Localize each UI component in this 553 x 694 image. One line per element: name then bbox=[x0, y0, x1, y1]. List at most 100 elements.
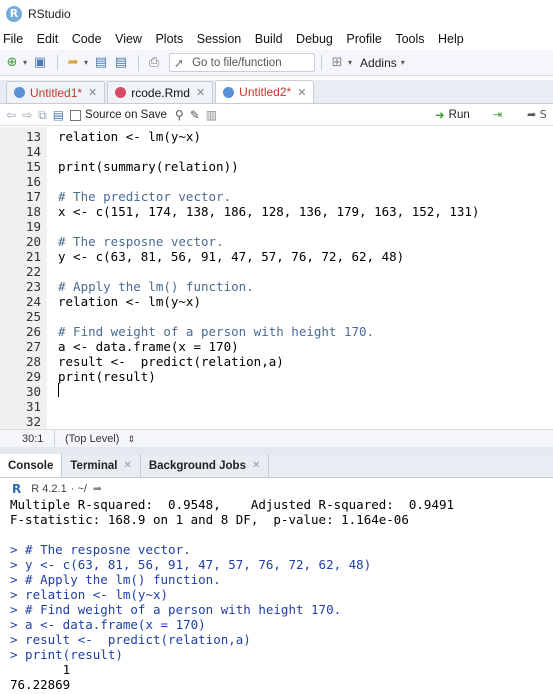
menu-plots[interactable]: Plots bbox=[155, 32, 183, 46]
show-in-window-icon[interactable]: ⧉ bbox=[38, 108, 47, 123]
tab-label: rcode.Rmd bbox=[131, 85, 190, 100]
console-input-line: > # Apply the lm() function. bbox=[10, 572, 221, 587]
close-icon[interactable]: ✕ bbox=[196, 86, 205, 99]
menu-build[interactable]: Build bbox=[255, 32, 283, 46]
source-on-save-label: Source on Save bbox=[85, 109, 167, 121]
tab-label: Background Jobs bbox=[148, 459, 246, 472]
main-toolbar: ⊕ ▾ ▣ ➦ ▾ ▤ ▤ ⎙ ➚ Go to file/function ⊞ … bbox=[0, 50, 553, 76]
line-number: 18 bbox=[25, 204, 41, 219]
menu-profile[interactable]: Profile bbox=[346, 32, 381, 46]
source-on-save-toggle[interactable]: Source on Save bbox=[70, 109, 167, 121]
code-comment-line: # Find weight of a person with height 17… bbox=[58, 324, 375, 339]
console-input-line: > result <- predict(relation,a) bbox=[10, 632, 251, 647]
menu-debug[interactable]: Debug bbox=[296, 32, 333, 46]
code-line: result <- predict(relation,a) bbox=[58, 354, 284, 369]
line-number: 29 bbox=[25, 369, 41, 384]
new-file-dropdown-icon[interactable]: ▾ bbox=[23, 58, 27, 67]
save-icon[interactable]: ▤ bbox=[53, 108, 64, 122]
console-output-line: 1 bbox=[10, 662, 71, 677]
magic-wand-icon[interactable]: ✎ bbox=[190, 108, 200, 122]
console-input-line: > print(result) bbox=[10, 647, 123, 662]
code-line: print(result) bbox=[58, 369, 156, 384]
working-directory[interactable]: · ~/ bbox=[71, 483, 87, 495]
close-icon[interactable]: ✕ bbox=[123, 460, 131, 471]
line-number: 14 bbox=[25, 144, 41, 159]
scope-dropdown-icon: ⇕ bbox=[127, 434, 136, 445]
line-number: 13 bbox=[25, 129, 41, 144]
goto-arrow-icon: ➚ bbox=[174, 55, 185, 70]
print-icon[interactable]: ⎙ bbox=[145, 54, 163, 72]
save-icon[interactable]: ▤ bbox=[92, 54, 110, 72]
menu-code[interactable]: Code bbox=[72, 32, 102, 46]
tab-background-jobs[interactable]: Background Jobs ✕ bbox=[141, 454, 270, 477]
scope-selector[interactable]: (Top Level) ⇕ bbox=[55, 433, 135, 445]
goto-placeholder: Go to file/function bbox=[192, 56, 282, 69]
menu-tools[interactable]: Tools bbox=[395, 32, 424, 46]
code-editor[interactable]: 13 14 15 16 17 18 19 20 21 22 23 24 25 26 27 28 29 30 31 32… bbox=[0, 127, 553, 429]
tab-label: Untitled2* bbox=[239, 85, 292, 99]
addins-button[interactable]: Addins bbox=[360, 56, 397, 70]
source-button[interactable]: ➦ S bbox=[527, 108, 547, 121]
editor-status-bar: 30:1 (Top Level) ⇕ bbox=[0, 429, 553, 448]
scope-label: (Top Level) bbox=[65, 432, 120, 445]
toolbar-divider bbox=[138, 54, 140, 71]
new-project-icon[interactable]: ▣ bbox=[31, 54, 49, 72]
goto-directory-icon[interactable]: ➦ bbox=[93, 482, 102, 495]
tab-untitled1[interactable]: Untitled1* ✕ bbox=[6, 81, 106, 103]
grid-layout-icon[interactable]: ⊞ bbox=[328, 54, 346, 72]
console-input-line: > # The resposne vector. bbox=[10, 542, 191, 557]
code-comment-line: # The resposne vector. bbox=[58, 234, 224, 249]
close-icon[interactable]: ✕ bbox=[252, 460, 260, 471]
console-output-line: F-statistic: 168.9 on 1 and 8 DF, p-valu… bbox=[10, 512, 409, 527]
addins-dropdown-icon[interactable]: ▾ bbox=[401, 58, 405, 67]
r-logo-icon: R bbox=[12, 481, 22, 496]
source-on-save-checkbox[interactable] bbox=[70, 109, 82, 121]
code-line: relation <- lm(y~x) bbox=[58, 129, 201, 144]
line-number: 32 bbox=[25, 414, 41, 429]
compile-report-icon[interactable]: ▥ bbox=[206, 108, 217, 122]
toolbar-divider bbox=[57, 54, 59, 71]
code-comment-line: # Apply the lm() function. bbox=[58, 279, 254, 294]
menu-edit[interactable]: Edit bbox=[37, 32, 59, 46]
forward-arrow-icon[interactable]: ⇨ bbox=[22, 108, 32, 122]
console-input-line: > # Find weight of a person with height … bbox=[10, 602, 342, 617]
save-all-icon[interactable]: ▤ bbox=[112, 54, 130, 72]
toolbar-divider bbox=[321, 54, 323, 71]
open-file-icon[interactable]: ➦ bbox=[64, 54, 82, 72]
line-number: 23 bbox=[25, 279, 41, 294]
menu-bar: File Edit Code View Plots Session Build … bbox=[0, 28, 553, 49]
line-number: 16 bbox=[25, 174, 41, 189]
menu-session[interactable]: Session bbox=[197, 32, 241, 46]
r-version: R 4.2.1 bbox=[31, 482, 67, 495]
back-arrow-icon[interactable]: ⇦ bbox=[6, 108, 16, 122]
run-button[interactable]: ➜ Run bbox=[435, 108, 470, 122]
rmarkdown-icon bbox=[115, 87, 127, 98]
rerun-icon[interactable]: ⇥ bbox=[493, 108, 502, 121]
console-input-line: > a <- data.frame(x = 170) bbox=[10, 617, 206, 632]
console-output[interactable]: Multiple R-squared: 0.9548, Adjusted R-s… bbox=[0, 498, 553, 694]
code-line: a <- data.frame(x = 170) bbox=[58, 339, 239, 354]
source-label: S bbox=[539, 108, 547, 121]
line-number-gutter: 13 14 15 16 17 18 19 20 21 22 23 24 25 26 27 28 29 30 31 32 bbox=[0, 127, 47, 429]
editor-toolbar: ⇦ ⇨ ⧉ ▤ Source on Save ⚲ ✎ ▥ ➜ Run ⇥ ➦ S bbox=[0, 105, 553, 126]
console-output-line: 76.22869 bbox=[10, 677, 71, 692]
menu-file[interactable]: File bbox=[3, 32, 23, 46]
open-file-dropdown-icon[interactable]: ▾ bbox=[84, 58, 88, 67]
tab-terminal[interactable]: Terminal ✕ bbox=[62, 454, 141, 477]
tab-console[interactable]: Console bbox=[0, 454, 63, 477]
close-icon[interactable]: ✕ bbox=[88, 86, 97, 99]
tab-untitled2[interactable]: Untitled2* ✕ bbox=[215, 80, 315, 103]
line-number: 24 bbox=[25, 294, 41, 309]
goto-file-function-input[interactable]: ➚ Go to file/function bbox=[169, 53, 316, 72]
menu-view[interactable]: View bbox=[115, 32, 142, 46]
search-icon[interactable]: ⚲ bbox=[175, 108, 184, 122]
new-file-icon[interactable]: ⊕ bbox=[3, 54, 21, 72]
tab-rcode-rmd[interactable]: rcode.Rmd ✕ bbox=[107, 81, 214, 103]
editor-tab-bar: Untitled1* ✕ rcode.Rmd ✕ Untitled2* ✕ bbox=[0, 80, 553, 104]
menu-help[interactable]: Help bbox=[438, 32, 464, 46]
line-number: 28 bbox=[25, 354, 41, 369]
console-header: R R 4.2.1 · ~/ ➦ bbox=[0, 479, 553, 498]
layout-dropdown-icon[interactable]: ▾ bbox=[348, 58, 352, 67]
close-icon[interactable]: ✕ bbox=[297, 86, 306, 99]
line-number: 15 bbox=[25, 159, 41, 174]
